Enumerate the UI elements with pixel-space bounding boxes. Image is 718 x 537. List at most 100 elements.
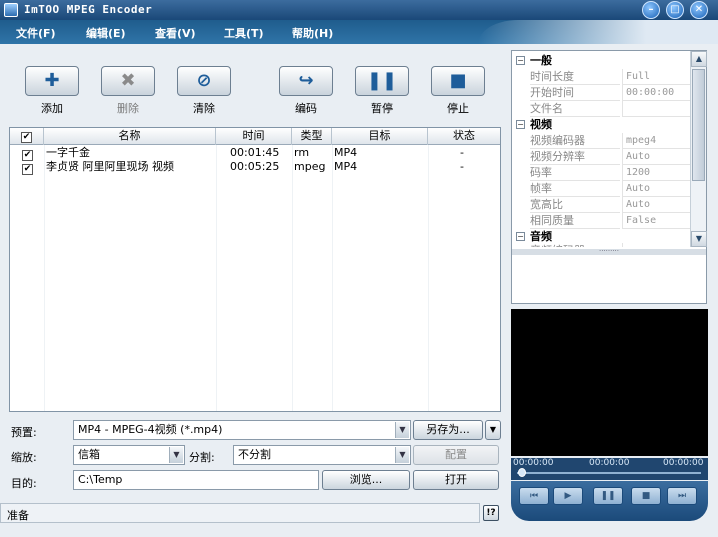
chevron-down-icon[interactable]: ▼ — [395, 447, 409, 463]
help-button[interactable]: !? — [483, 505, 499, 521]
property-row[interactable]: 视频编码器 mpeg4 — [512, 133, 690, 149]
stop-label: 停止 — [447, 102, 469, 115]
scroll-down-icon[interactable]: ▼ — [691, 231, 707, 247]
grid-line — [44, 145, 45, 411]
output-settings: 预置: MP4 - MPEG-4视频 (*.mp4) ▼ 另存为... ▼ 缩放:… — [9, 418, 503, 494]
property-row[interactable]: 相同质量 False — [512, 213, 690, 229]
properties-panel[interactable]: − 一般 时间长度 Full 开始时间 00:00:00 文件名 − 视频 视频编码器 m… — [511, 50, 707, 304]
chevron-down-icon[interactable]: ▼ — [395, 422, 409, 438]
column-time[interactable]: 时间 — [216, 128, 292, 145]
menu-help[interactable]: 帮助(H) — [292, 25, 333, 41]
row-time: 00:05:25 — [230, 160, 280, 173]
plus-icon: ✚ — [44, 70, 60, 91]
preset-select[interactable]: MP4 - MPEG-4视频 (*.mp4) ▼ — [73, 420, 411, 440]
playback-timeline[interactable]: 00:00:00 00:00:00 00:00:00 — [511, 458, 708, 480]
time-start: 00:00:00 — [513, 458, 554, 468]
browse-button[interactable]: 浏览... — [322, 470, 410, 490]
add-button[interactable]: ✚ 添加 — [24, 66, 80, 116]
save-as-dropdown[interactable]: ▼ — [485, 420, 501, 440]
row-status: - — [460, 160, 464, 173]
pause-button[interactable]: ❚❚ 暂停 — [354, 66, 410, 116]
clear-button[interactable]: ⊘ 清除 — [176, 66, 232, 116]
grid-line — [216, 145, 217, 411]
group-general[interactable]: − 一般 — [512, 53, 690, 69]
destination-input[interactable]: C:\Temp — [73, 470, 319, 490]
row-checkbox[interactable]: ✔ — [22, 161, 33, 175]
collapse-icon[interactable]: − — [516, 56, 525, 65]
next-icon[interactable]: ⏭ — [667, 487, 697, 505]
property-row[interactable]: 码率 1200 — [512, 165, 690, 181]
table-row[interactable]: ✔ 李贞贤 阿里阿里现场 视频 00:05:25 mpeg MP4 - — [10, 160, 500, 175]
grid-line — [332, 145, 333, 411]
window-title: ImTOO MPEG Encoder — [24, 3, 153, 16]
panel-splitter[interactable]: ········· — [512, 248, 706, 255]
row-time: 00:01:45 — [230, 146, 280, 159]
close-button[interactable]: ✕ — [690, 1, 708, 19]
column-target[interactable]: 目标 — [332, 128, 428, 145]
property-row[interactable]: 视频分辨率 Auto — [512, 149, 690, 165]
file-list-header: ✔ 名称 时间 类型 目标 状态 — [10, 128, 500, 145]
split-label: 分割: — [189, 451, 215, 464]
play-icon[interactable]: ▶ — [553, 487, 583, 505]
zoom-select[interactable]: 信箱 ▼ — [73, 445, 185, 465]
row-checkbox[interactable]: ✔ — [22, 147, 33, 161]
menu-tools[interactable]: 工具(T) — [224, 25, 264, 41]
status-bar: 准备 — [0, 503, 480, 523]
row-status: - — [460, 146, 464, 159]
column-status[interactable]: 状态 — [428, 128, 500, 145]
scroll-thumb[interactable] — [692, 69, 705, 181]
preset-label: 预置: — [11, 426, 37, 439]
properties-scrollbar[interactable]: ▲ ▼ — [690, 51, 707, 247]
clear-label: 清除 — [193, 102, 215, 115]
x-icon: ✖ — [120, 70, 136, 91]
encode-label: 编码 — [295, 102, 317, 115]
open-button[interactable]: 打开 — [413, 470, 499, 490]
title-bar: ImTOO MPEG Encoder – □ ✕ — [0, 0, 718, 20]
maximize-button[interactable]: □ — [666, 1, 684, 19]
property-row[interactable]: 宽高比 Auto — [512, 197, 690, 213]
add-label: 添加 — [41, 102, 63, 115]
minimize-button[interactable]: – — [642, 1, 660, 19]
menu-file[interactable]: 文件(F) — [16, 25, 56, 41]
column-check[interactable]: ✔ — [10, 128, 44, 145]
column-name[interactable]: 名称 — [44, 128, 216, 145]
encode-arrow-icon: ↪ — [298, 70, 314, 91]
row-name: 一字千金 — [46, 146, 90, 159]
stop-icon: ■ — [449, 70, 467, 91]
split-select[interactable]: 不分割 ▼ — [233, 445, 411, 465]
column-type[interactable]: 类型 — [292, 128, 332, 145]
row-target: MP4 — [334, 160, 358, 173]
pause-label: 暂停 — [371, 102, 393, 115]
video-preview — [511, 309, 708, 456]
delete-button[interactable]: ✖ 删除 — [100, 66, 156, 116]
property-row[interactable]: 开始时间 00:00:00 — [512, 85, 690, 101]
collapse-icon[interactable]: − — [516, 232, 525, 241]
seek-handle[interactable] — [518, 468, 526, 477]
property-row[interactable]: 帧率 Auto — [512, 181, 690, 197]
scroll-up-icon[interactable]: ▲ — [691, 51, 707, 67]
property-row[interactable]: 时间长度 Full — [512, 69, 690, 85]
row-target: MP4 — [334, 146, 358, 159]
pause-icon[interactable]: ❚❚ — [593, 487, 623, 505]
group-video[interactable]: − 视频 — [512, 117, 690, 133]
delete-label: 删除 — [117, 102, 139, 115]
menu-edit[interactable]: 编辑(E) — [86, 25, 126, 41]
table-row[interactable]: ✔ 一字千金 00:01:45 rm MP4 - — [10, 146, 500, 161]
no-entry-icon: ⊘ — [196, 70, 212, 91]
config-button[interactable]: 配置 — [413, 445, 499, 465]
previous-icon[interactable]: ⏮ — [519, 487, 549, 505]
playback-controls: ⏮ ▶ ❚❚ ■ ⏭ — [511, 481, 708, 521]
save-as-button[interactable]: 另存为... — [413, 420, 483, 440]
property-row[interactable]: 文件名 — [512, 101, 690, 117]
seek-track[interactable] — [517, 472, 701, 474]
stop-icon[interactable]: ■ — [631, 487, 661, 505]
chevron-down-icon[interactable]: ▼ — [169, 447, 183, 463]
menu-view[interactable]: 查看(V) — [155, 25, 196, 41]
encode-button[interactable]: ↪ 编码 — [278, 66, 334, 116]
collapse-icon[interactable]: − — [516, 120, 525, 129]
stop-button[interactable]: ■ 停止 — [430, 66, 486, 116]
select-all-checkbox[interactable]: ✔ — [21, 132, 32, 143]
row-name: 李贞贤 阿里阿里现场 视频 — [46, 160, 174, 173]
app-icon — [4, 3, 18, 17]
file-list[interactable]: ✔ 名称 时间 类型 目标 状态 ✔ 一字千金 00:01:45 rm MP4 … — [9, 127, 501, 412]
